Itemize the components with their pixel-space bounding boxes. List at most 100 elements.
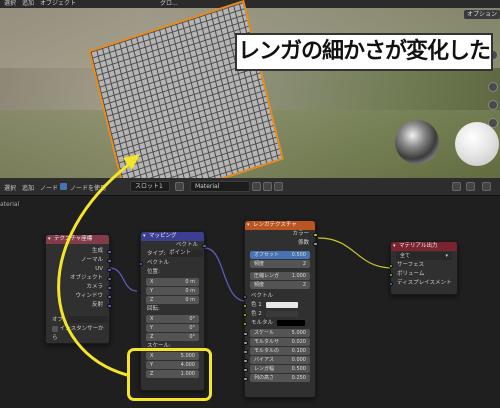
field-value: 0.000 xyxy=(291,357,306,363)
socket-input[interactable] xyxy=(243,340,248,345)
viewport-menu-add[interactable]: 追加 xyxy=(22,0,34,8)
output-window: ウィンドウ xyxy=(46,292,112,301)
type-label: タイプ: xyxy=(147,251,166,257)
type-dropdown[interactable]: ポイント xyxy=(167,250,204,257)
rotation-z-field[interactable]: Z 0° xyxy=(146,333,199,341)
bias-field[interactable]: バイアス 0.000 xyxy=(243,356,310,364)
socket-label: ディスプレイスメント xyxy=(397,280,452,286)
mortar-size-field[interactable]: モルタルサ 0.020 xyxy=(243,338,310,346)
output-object: オブジェクト xyxy=(46,274,112,283)
object-field-row: オブ xyxy=(46,316,109,325)
3d-viewport[interactable]: 選択 追加 オブジェクト グロ… オプション レンガの細かさが変化した xyxy=(0,0,500,178)
socket-input[interactable] xyxy=(243,358,248,363)
axis-label: Z xyxy=(150,297,154,303)
rotation-x-field[interactable]: X 0° xyxy=(146,315,199,323)
socket-output[interactable] xyxy=(107,258,112,263)
output-vector: ベクトル xyxy=(141,241,207,250)
input-color1: 色 1 xyxy=(242,301,315,310)
socket-input[interactable] xyxy=(388,263,393,268)
chevron-down-icon: ▾ xyxy=(445,253,448,259)
scale-field[interactable]: スケール 5.000 xyxy=(243,329,310,337)
node-title[interactable]: マッピング xyxy=(141,232,204,241)
mortar-swatch[interactable] xyxy=(277,319,306,326)
socket-input[interactable] xyxy=(138,261,143,266)
socket-input[interactable] xyxy=(242,303,247,308)
field-label: モルタルの xyxy=(254,348,280,354)
socket-label: ベクトル xyxy=(147,260,170,266)
output-normal: ノーマル xyxy=(46,256,112,265)
location-z-field[interactable]: Z 0 m xyxy=(146,296,199,304)
link-mapping-to-brick xyxy=(204,247,245,302)
socket-label: モルタル xyxy=(251,320,274,326)
socket-input[interactable] xyxy=(243,349,248,354)
material-output-node[interactable]: マテリアル出力 全て ▾ サーフェス ボリューム ディスプレイスメント xyxy=(388,241,458,295)
viewport-menu-select[interactable]: 選択 xyxy=(4,0,16,8)
brick-texture-node[interactable]: レンガテクスチャ カラー 係数 オフセット 0.500 頻度 2 圧縮レンガ 1.00… xyxy=(242,220,318,398)
socket-input[interactable] xyxy=(242,321,247,326)
socket-input[interactable] xyxy=(388,272,393,277)
socket-label: サーフェス xyxy=(397,262,425,268)
socket-output[interactable] xyxy=(202,243,207,248)
link-uv-to-mapping xyxy=(109,267,138,292)
dropdown-value: 全て xyxy=(400,253,411,259)
socket-input[interactable] xyxy=(242,312,247,317)
offset-frequency-field[interactable]: 頻度 2 xyxy=(250,260,310,268)
viewport-menu-object[interactable]: オブジェクト xyxy=(40,0,76,8)
socket-label: UV xyxy=(95,266,103,272)
output-color: カラー xyxy=(245,230,318,239)
rotation-y-field[interactable]: Y 0° xyxy=(146,324,199,332)
mortar-smooth-field[interactable]: モルタルの 0.100 xyxy=(243,347,310,355)
socket-input[interactable] xyxy=(388,281,393,286)
options-tab[interactable]: オプション xyxy=(464,10,500,19)
offset-field[interactable]: オフセット 0.500 xyxy=(250,251,310,259)
zoom-icon[interactable] xyxy=(488,82,498,92)
axis-label: X xyxy=(150,279,154,285)
node-title[interactable]: レンガテクスチャ xyxy=(245,221,315,230)
input-vector: ベクトル xyxy=(138,259,204,268)
camera-view-icon[interactable] xyxy=(488,100,498,110)
input-vector: ベクトル xyxy=(242,292,315,301)
field-value: 0° xyxy=(189,325,195,331)
field-value: 0.020 xyxy=(291,339,306,345)
socket-output[interactable] xyxy=(313,232,318,237)
output-fac: 係数 xyxy=(245,239,318,248)
object-field[interactable] xyxy=(67,316,108,323)
texture-coordinate-node[interactable]: テクスチャ座標 生成 ノーマル UV オブジェクト カメラ ウィンドウ 反射 オ… xyxy=(45,234,112,344)
location-y-field[interactable]: Y 0 m xyxy=(146,287,199,295)
socket-input[interactable] xyxy=(243,376,248,381)
output-reflection: 反射 xyxy=(46,301,112,310)
node-title[interactable]: マテリアル出力 xyxy=(391,242,457,251)
row-height-field[interactable]: 列の高さ 0.250 xyxy=(243,374,310,382)
field-value: 0° xyxy=(189,316,195,322)
squash-field[interactable]: 圧縮レンガ 1.000 xyxy=(250,272,310,280)
target-dropdown[interactable]: 全て ▾ xyxy=(396,252,452,260)
shader-node-editor[interactable]: 選択 追加 ノード ノードを使用 スロット1 Material aterial … xyxy=(0,178,500,408)
field-label: モルタルサ xyxy=(254,339,280,345)
field-value: 0.500 xyxy=(291,252,306,258)
brick-width-field[interactable]: レンガ幅 0.500 xyxy=(243,365,310,373)
field-label: 頻度 xyxy=(254,261,265,267)
squash-frequency-field[interactable]: 頻度 2 xyxy=(250,281,310,289)
socket-input[interactable] xyxy=(242,294,247,299)
socket-input[interactable] xyxy=(243,367,248,372)
transform-orientation[interactable]: グロ… xyxy=(160,0,178,8)
socket-output[interactable] xyxy=(107,267,112,272)
field-label: スケール xyxy=(254,330,275,336)
socket-output[interactable] xyxy=(107,249,112,254)
socket-output[interactable] xyxy=(313,241,318,246)
node-title[interactable]: テクスチャ座標 xyxy=(46,235,109,244)
location-x-field[interactable]: X 0 m xyxy=(146,278,199,286)
socket-output[interactable] xyxy=(107,285,112,290)
hdri-preview-diffuse-sphere xyxy=(455,122,499,166)
socket-input[interactable] xyxy=(243,331,248,336)
socket-output[interactable] xyxy=(107,303,112,308)
socket-output[interactable] xyxy=(107,276,112,281)
socket-output[interactable] xyxy=(107,294,112,299)
color2-swatch[interactable] xyxy=(265,310,298,317)
field-value: 0 m xyxy=(185,288,195,294)
socket-label: ボリューム xyxy=(397,271,425,277)
color1-swatch[interactable] xyxy=(265,301,298,308)
from-instancer-checkbox[interactable] xyxy=(52,325,58,332)
socket-label: ノーマル xyxy=(80,257,103,263)
hdri-preview-chrome-sphere xyxy=(395,120,439,164)
